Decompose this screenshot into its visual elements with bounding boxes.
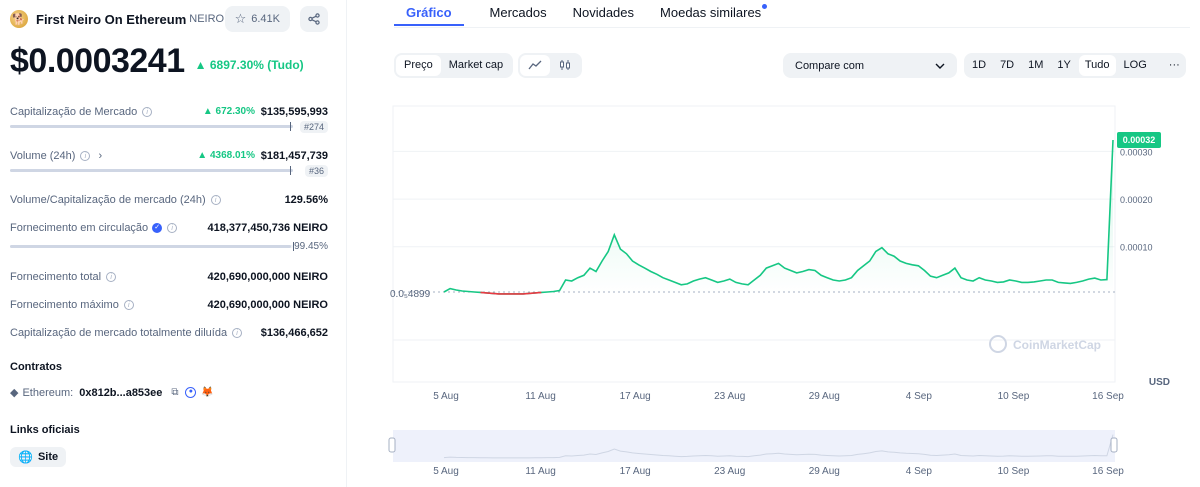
- price-chart[interactable]: 0.00030 0.00020 0.00010 5 Aug 11 Aug 17 Aug 2…: [0, 0, 1200, 487]
- x-tick-label: 29 Aug: [809, 391, 840, 402]
- y-tick-label: 0.00010: [1120, 243, 1153, 253]
- currency-label: USD: [1149, 377, 1170, 388]
- current-price-tag: 0.00032: [1117, 132, 1161, 148]
- navigator-right-handle[interactable]: [1110, 437, 1118, 453]
- x-tick-label: 10 Sep: [998, 466, 1030, 477]
- x-tick-label: 5 Aug: [433, 466, 459, 477]
- y-tick-label: 0.00030: [1120, 147, 1153, 157]
- x-tick-label: 17 Aug: [620, 391, 651, 402]
- x-tick-label: 5 Aug: [433, 391, 459, 402]
- coinmarketcap-watermark: CoinMarketCap: [989, 335, 1101, 353]
- x-tick-label: 17 Aug: [620, 466, 651, 477]
- x-tick-label: 23 Aug: [714, 391, 745, 402]
- current-price-label: 0.00032: [1123, 135, 1156, 145]
- watermark-label: CoinMarketCap: [1013, 338, 1101, 352]
- x-tick-label: 29 Aug: [809, 466, 840, 477]
- y-axis-labels: 0.00030 0.00020 0.00010: [1120, 147, 1153, 252]
- navigator-x-axis-labels: 5 Aug 11 Aug 17 Aug 23 Aug 29 Aug 4 Sep 10 Sep…: [433, 466, 1124, 477]
- range-navigator[interactable]: [393, 430, 1115, 462]
- x-tick-label: 10 Sep: [998, 391, 1030, 402]
- start-price-label: 0.0₅4899: [390, 289, 431, 300]
- x-tick-label: 23 Aug: [714, 466, 745, 477]
- x-tick-label: 16 Sep: [1092, 391, 1124, 402]
- x-tick-label: 16 Sep: [1092, 466, 1124, 477]
- chart-area-fill: [444, 140, 1113, 294]
- x-tick-label: 4 Sep: [906, 391, 933, 402]
- x-tick-label: 4 Sep: [906, 466, 933, 477]
- chart-gridlines: [393, 150, 1115, 341]
- y-tick-label: 0.00020: [1120, 195, 1153, 205]
- x-axis-labels: 5 Aug 11 Aug 17 Aug 23 Aug 29 Aug 4 Sep 10 Sep…: [433, 391, 1124, 402]
- chart-frame: [392, 105, 1116, 383]
- x-tick-label: 11 Aug: [525, 391, 555, 402]
- x-tick-label: 11 Aug: [525, 466, 555, 477]
- navigator-left-handle[interactable]: [388, 437, 396, 453]
